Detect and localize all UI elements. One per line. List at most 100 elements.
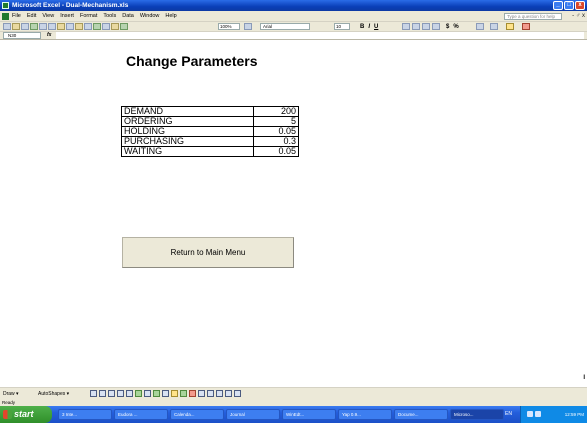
undo-icon[interactable] <box>84 23 92 30</box>
rectangle-icon[interactable] <box>108 390 115 397</box>
new-icon[interactable] <box>3 23 11 30</box>
return-to-main-menu-button[interactable]: Return to Main Menu <box>122 237 294 268</box>
diagram-icon[interactable] <box>144 390 151 397</box>
network-icon[interactable] <box>527 411 533 417</box>
language-indicator[interactable]: EN <box>505 406 512 423</box>
font-select[interactable]: Arial <box>260 23 310 30</box>
param-value[interactable]: 0.05 <box>253 146 299 157</box>
system-tray: 12:59 PM <box>520 406 587 423</box>
param-value[interactable]: 5 <box>253 116 299 127</box>
fx-icon[interactable]: fx <box>47 32 51 39</box>
drawing-toolbar: Draw ▾ AutoShapes ▾ <box>0 387 587 399</box>
toolbar: 100% Arial 10 B I U $ % <box>0 22 587 32</box>
chart-wizard-icon[interactable] <box>120 23 128 30</box>
increase-indent-icon[interactable] <box>476 23 484 30</box>
task-documents[interactable]: Docume... <box>394 409 448 420</box>
menu-format[interactable]: Format <box>80 11 97 22</box>
picture-icon[interactable] <box>162 390 169 397</box>
start-button[interactable]: start <box>0 406 52 423</box>
dash-style-icon[interactable] <box>207 390 214 397</box>
underline-button[interactable]: U <box>374 22 378 32</box>
task-yap[interactable]: Yap 0.9... <box>338 409 392 420</box>
hyperlink-icon[interactable] <box>93 23 101 30</box>
workbook-icon[interactable] <box>2 13 9 20</box>
percent-button[interactable]: % <box>453 22 458 32</box>
param-value[interactable]: 200 <box>253 106 299 117</box>
clock[interactable]: 12:59 PM <box>565 406 584 423</box>
permission-icon[interactable] <box>30 23 38 30</box>
menu-file[interactable]: File <box>12 11 21 22</box>
zoom-select[interactable]: 100% <box>218 23 240 30</box>
align-right-icon[interactable] <box>422 23 430 30</box>
fill-color-icon[interactable] <box>171 390 178 397</box>
task-winedt[interactable]: WinEdt... <box>282 409 336 420</box>
task-internet-explorer[interactable]: 3 Inte... <box>58 409 112 420</box>
sort-icon[interactable] <box>111 23 119 30</box>
fill-color-icon[interactable] <box>506 23 514 30</box>
task-eudora[interactable]: Eudora ... <box>114 409 168 420</box>
open-icon[interactable] <box>12 23 20 30</box>
task-journal[interactable]: Journal <box>226 409 280 420</box>
save-icon[interactable] <box>21 23 29 30</box>
borders-icon[interactable] <box>490 23 498 30</box>
formula-input[interactable] <box>56 32 584 39</box>
bold-button[interactable]: B <box>360 22 364 32</box>
param-label[interactable]: DEMAND <box>121 106 254 117</box>
line-style-icon[interactable] <box>198 390 205 397</box>
currency-button[interactable]: $ <box>446 22 449 32</box>
menu-insert[interactable]: Insert <box>60 11 74 22</box>
task-calendar[interactable]: Calenda... <box>170 409 224 420</box>
print-icon[interactable] <box>39 23 47 30</box>
3d-icon[interactable] <box>234 390 241 397</box>
font-size-select[interactable]: 10 <box>334 23 350 30</box>
excel-app-icon[interactable] <box>2 2 9 9</box>
sheet-corner-mark: I <box>583 375 585 381</box>
table-row: ORDERING 5 <box>121 116 299 127</box>
param-value[interactable]: 0.3 <box>253 136 299 147</box>
arrow-style-icon[interactable] <box>216 390 223 397</box>
spelling-icon[interactable] <box>57 23 65 30</box>
help-icon[interactable] <box>244 23 252 30</box>
param-label[interactable]: WAITING <box>121 146 254 157</box>
arrow-icon[interactable] <box>99 390 106 397</box>
param-label[interactable]: PURCHASING <box>121 136 254 147</box>
textbox-icon[interactable] <box>126 390 133 397</box>
maximize-button[interactable]: □ <box>564 1 574 10</box>
merge-center-icon[interactable] <box>432 23 440 30</box>
italic-button[interactable]: I <box>368 22 370 32</box>
param-value[interactable]: 0.05 <box>253 126 299 137</box>
menu-window[interactable]: Window <box>140 11 160 22</box>
autosum-icon[interactable] <box>102 23 110 30</box>
oval-icon[interactable] <box>117 390 124 397</box>
clipart-icon[interactable] <box>153 390 160 397</box>
menu-help[interactable]: Help <box>165 11 176 22</box>
volume-icon[interactable] <box>535 411 541 417</box>
line-icon[interactable] <box>90 390 97 397</box>
title-bar: Microsoft Excel - Dual-Mechanism.xls _ □… <box>0 0 587 11</box>
align-left-icon[interactable] <box>402 23 410 30</box>
align-center-icon[interactable] <box>412 23 420 30</box>
name-box[interactable]: N30 <box>3 32 41 39</box>
document-window-controls[interactable]: - ♂ x <box>572 11 585 22</box>
minimize-button[interactable]: _ <box>553 1 563 10</box>
task-microsoft-excel[interactable]: Microso... <box>450 409 504 420</box>
print-preview-icon[interactable] <box>48 23 56 30</box>
font-color-icon[interactable] <box>189 390 196 397</box>
help-question-input[interactable]: Type a question for help <box>504 13 562 20</box>
param-label[interactable]: ORDERING <box>121 116 254 127</box>
close-button[interactable]: x <box>575 1 585 10</box>
menu-data[interactable]: Data <box>122 11 134 22</box>
sheet-title: Change Parameters <box>126 53 258 69</box>
line-color-icon[interactable] <box>180 390 187 397</box>
wordart-icon[interactable] <box>135 390 142 397</box>
shadow-icon[interactable] <box>225 390 232 397</box>
paste-icon[interactable] <box>75 23 83 30</box>
menu-tools[interactable]: Tools <box>103 11 116 22</box>
font-color-icon[interactable] <box>522 23 530 30</box>
menu-view[interactable]: View <box>42 11 54 22</box>
menu-edit[interactable]: Edit <box>27 11 36 22</box>
param-label[interactable]: HOLDING <box>121 126 254 137</box>
copy-icon[interactable] <box>66 23 74 30</box>
worksheet[interactable]: Change Parameters DEMAND 200 ORDERING 5 … <box>0 40 587 387</box>
table-row: HOLDING 0.05 <box>121 126 299 137</box>
